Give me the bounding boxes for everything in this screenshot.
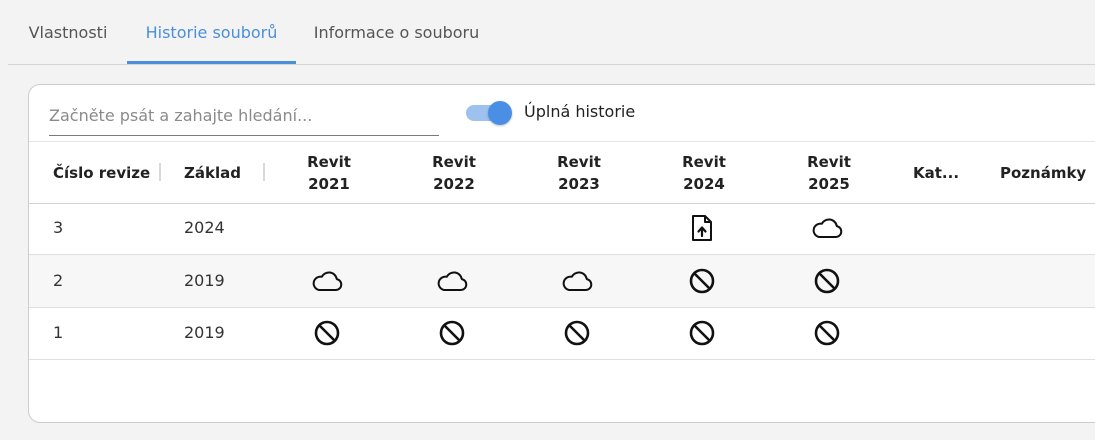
unavailable-icon[interactable] <box>297 307 357 359</box>
header-line: 2021 <box>308 174 350 193</box>
tab-historie-souboru[interactable]: Historie souborů <box>127 0 296 64</box>
tab-bar: Vlastnosti Historie souborů Informace o … <box>8 0 1095 65</box>
full-history-label: Úplná historie <box>524 102 636 121</box>
unavailable-icon[interactable] <box>797 307 857 359</box>
column-header-category[interactable]: Kat... <box>913 142 973 203</box>
column-header-revit-2024[interactable]: Revit 2024 <box>664 142 744 203</box>
cloud-icon[interactable] <box>797 202 857 254</box>
column-divider[interactable] <box>159 163 161 181</box>
column-header-notes[interactable]: Poznámky <box>1000 142 1095 203</box>
column-header-base[interactable]: Základ <box>184 142 274 203</box>
revision-cell: 3 <box>53 218 64 237</box>
file-history-panel: Úplná historie Číslo revize Základ Revit… <box>28 84 1095 423</box>
header-line: 2023 <box>558 174 600 193</box>
unavailable-icon[interactable] <box>797 255 857 307</box>
table-row[interactable]: 2 2019 <box>29 255 1095 308</box>
cloud-icon[interactable] <box>547 255 607 307</box>
revision-cell: 1 <box>53 323 64 342</box>
base-cell: 2024 <box>184 218 225 237</box>
table-row[interactable]: 1 2019 <box>29 307 1095 360</box>
base-cell: 2019 <box>184 271 225 290</box>
column-header-revit-2025[interactable]: Revit 2025 <box>789 142 869 203</box>
toggle-thumb[interactable] <box>488 101 512 125</box>
header-line: Revit <box>432 152 476 171</box>
header-line: Revit <box>557 152 601 171</box>
header-line: 2025 <box>808 174 850 193</box>
column-header-revit-2021[interactable]: Revit 2021 <box>289 142 369 203</box>
header-line: Revit <box>307 152 351 171</box>
header-line: Revit <box>682 152 726 171</box>
unavailable-icon[interactable] <box>672 307 732 359</box>
table-row[interactable]: 3 2024 <box>29 202 1095 255</box>
base-cell: 2019 <box>184 323 225 342</box>
unavailable-icon[interactable] <box>422 307 482 359</box>
tab-informace-o-souboru[interactable]: Informace o souboru <box>296 0 497 62</box>
column-header-revit-2022[interactable]: Revit 2022 <box>414 142 494 203</box>
column-divider[interactable] <box>263 163 265 181</box>
header-line: Revit <box>807 152 851 171</box>
column-header-revision[interactable]: Číslo revize <box>53 142 168 203</box>
search-input[interactable] <box>49 95 439 135</box>
table-header: Číslo revize Základ Revit 2021 Revit 2022 … <box>29 141 1095 204</box>
cloud-icon[interactable] <box>297 255 357 307</box>
cloud-icon[interactable] <box>422 255 482 307</box>
file-upload-icon[interactable] <box>672 202 732 254</box>
full-history-toggle[interactable] <box>466 100 512 126</box>
revision-cell: 2 <box>53 271 64 290</box>
search-field[interactable] <box>49 95 439 136</box>
tab-vlastnosti[interactable]: Vlastnosti <box>8 0 128 62</box>
column-header-revit-2023[interactable]: Revit 2023 <box>539 142 619 203</box>
empty-cell <box>422 202 482 254</box>
empty-cell <box>297 202 357 254</box>
unavailable-icon[interactable] <box>547 307 607 359</box>
unavailable-icon[interactable] <box>672 255 732 307</box>
header-line: 2024 <box>683 174 725 193</box>
header-line: 2022 <box>433 174 475 193</box>
empty-cell <box>547 202 607 254</box>
